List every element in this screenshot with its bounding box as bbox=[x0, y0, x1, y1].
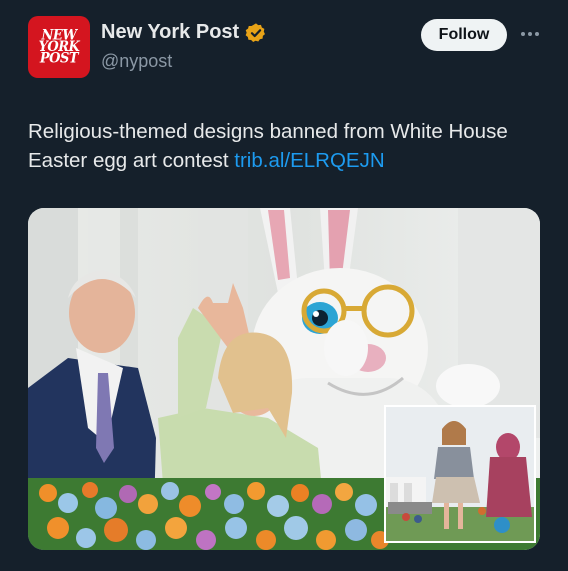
author-display-name[interactable]: New York Post bbox=[101, 21, 239, 44]
inset-scene bbox=[386, 407, 534, 541]
author-name-row: New York Post bbox=[101, 21, 267, 44]
more-horizontal-icon[interactable] bbox=[518, 22, 542, 46]
nypost-logo: NEW YORK POST bbox=[38, 27, 80, 67]
inset-photo bbox=[384, 405, 536, 543]
tweet-text: Religious-themed designs banned from Whi… bbox=[28, 117, 538, 175]
tweet-card: NEW YORK POST New York Post @nypost Foll… bbox=[0, 0, 568, 571]
author-avatar[interactable]: NEW YORK POST bbox=[28, 16, 90, 78]
follow-button[interactable]: Follow bbox=[421, 19, 507, 51]
tweet-link[interactable]: trib.al/ELRQEJN bbox=[234, 149, 384, 172]
author-handle[interactable]: @nypost bbox=[101, 51, 172, 72]
tweet-photo[interactable] bbox=[28, 208, 540, 550]
verified-badge-icon bbox=[245, 22, 266, 42]
